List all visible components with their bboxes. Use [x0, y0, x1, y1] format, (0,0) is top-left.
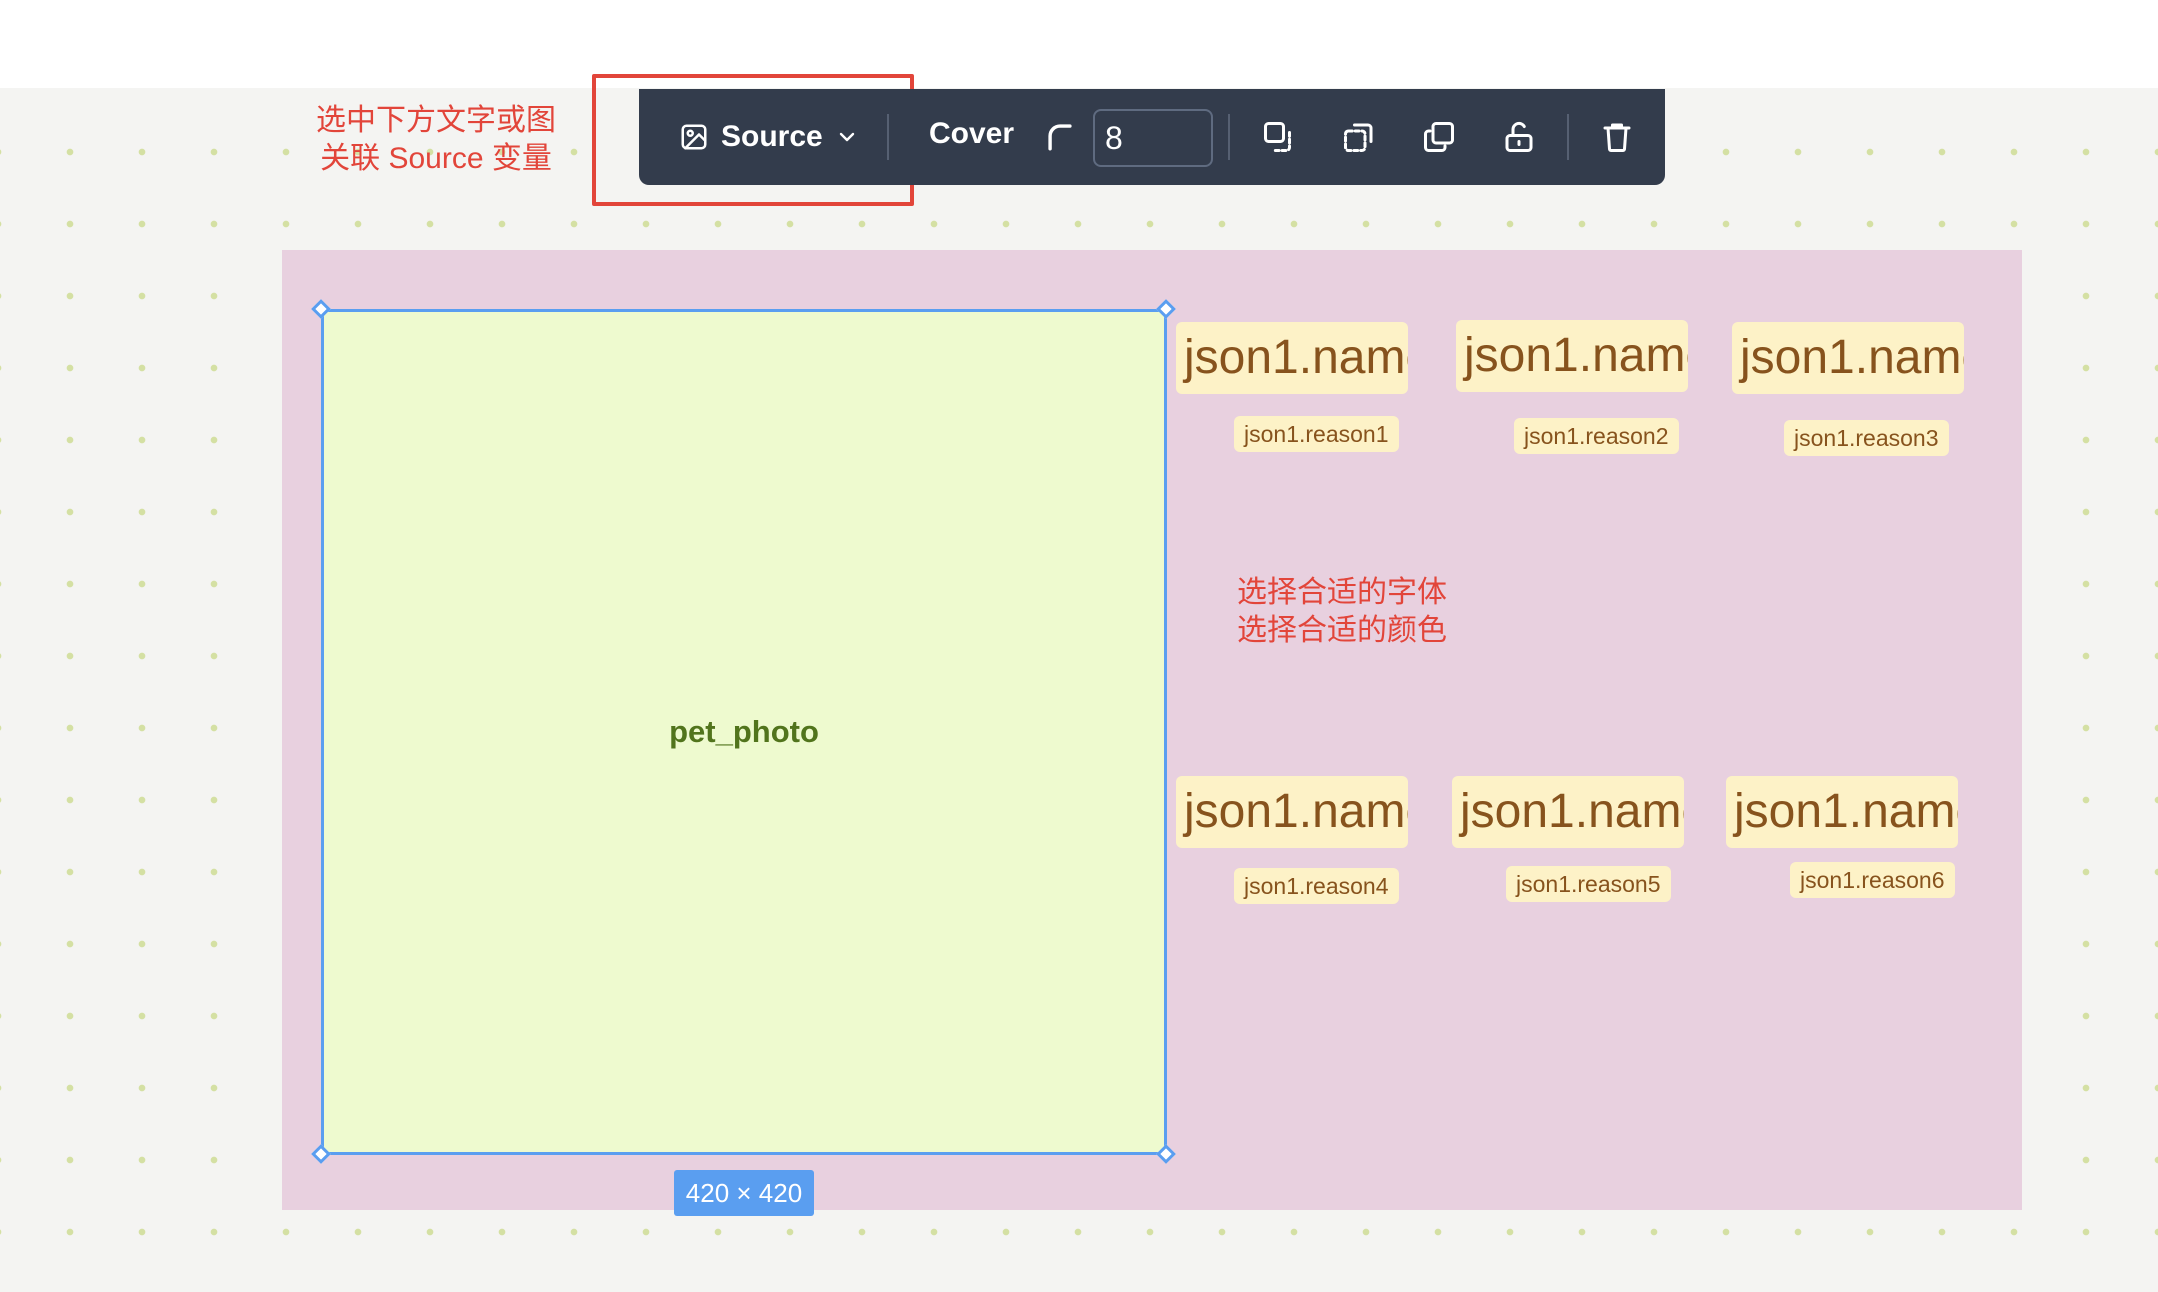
- source-label: Source: [721, 120, 823, 153]
- toolbar-divider: [1228, 114, 1230, 160]
- reason-text-6[interactable]: json1.reason6: [1790, 862, 1955, 898]
- crop-icon[interactable]: [1341, 119, 1377, 155]
- source-dropdown-button[interactable]: Source: [679, 111, 859, 163]
- name-text-1[interactable]: json1.name: [1176, 322, 1408, 394]
- toolbar-divider: [1567, 114, 1569, 160]
- annotation-top: 选中下方文字或图 关联 Source 变量: [296, 102, 576, 178]
- name-text-4[interactable]: json1.name: [1176, 776, 1408, 848]
- editor-stage: 选中下方文字或图 关联 Source 变量 Source Cover 8 pet…: [0, 0, 2158, 1292]
- annotation-middle-line1: 选择合适的字体: [1237, 576, 1447, 609]
- name-text-6[interactable]: json1.name: [1726, 776, 1958, 848]
- annotation-middle: 选择合适的字体 选择合适的颜色: [1212, 574, 1472, 650]
- reason-text-5[interactable]: json1.reason5: [1506, 866, 1671, 902]
- annotation-top-line1: 选中下方文字或图: [316, 104, 556, 137]
- corner-radius-icon: [1048, 124, 1072, 151]
- cover-fit-button[interactable]: Cover: [929, 117, 1014, 151]
- pet-photo-frame[interactable]: pet_photo: [321, 309, 1167, 1155]
- reason-text-1[interactable]: json1.reason1: [1234, 416, 1399, 452]
- image-toolbar: Source Cover: [639, 89, 1665, 185]
- top-bar: [0, 0, 2158, 88]
- fit-frame-icon[interactable]: [1261, 119, 1297, 155]
- trash-icon[interactable]: [1599, 119, 1635, 155]
- reason-text-3[interactable]: json1.reason3: [1784, 420, 1949, 456]
- name-text-5[interactable]: json1.name: [1452, 776, 1684, 848]
- corner-radius-input[interactable]: [1093, 109, 1213, 167]
- annotation-top-line2: 关联 Source 变量: [320, 142, 552, 175]
- size-badge: 420 × 420: [674, 1170, 814, 1216]
- duplicate-icon[interactable]: [1421, 119, 1457, 155]
- unlock-icon[interactable]: [1501, 119, 1537, 155]
- image-icon: [681, 124, 707, 150]
- reason-text-2[interactable]: json1.reason2: [1514, 418, 1679, 454]
- name-text-2[interactable]: json1.name: [1456, 320, 1688, 392]
- reason-text-4[interactable]: json1.reason4: [1234, 868, 1399, 904]
- annotation-middle-line2: 选择合适的颜色: [1237, 614, 1447, 647]
- photo-placeholder-label: pet_photo: [669, 714, 819, 749]
- chevron-down-icon: [839, 132, 854, 142]
- toolbar-divider: [887, 114, 889, 160]
- name-text-3[interactable]: json1.name: [1732, 322, 1964, 394]
